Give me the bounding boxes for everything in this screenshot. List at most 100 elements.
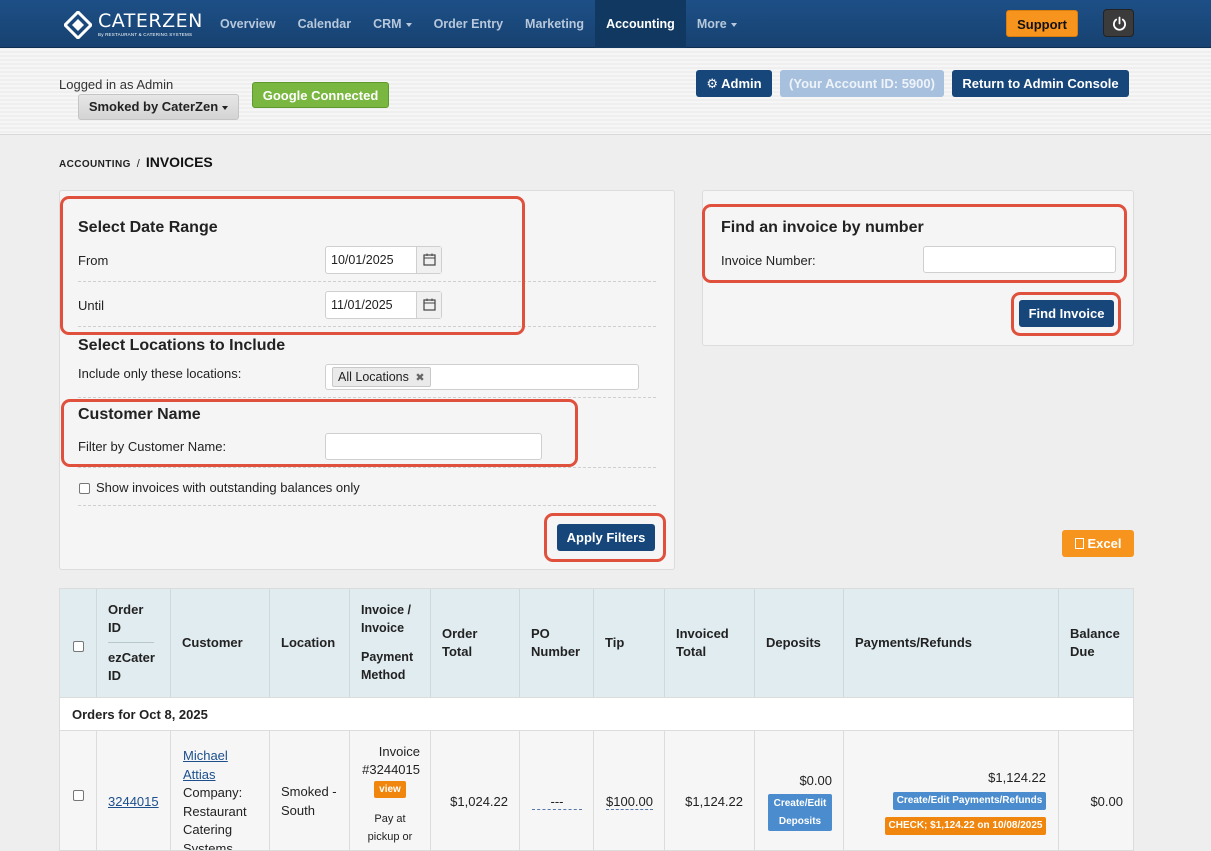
order-id-cell: 3244015 bbox=[97, 731, 171, 850]
header-tip[interactable]: Tip bbox=[594, 589, 665, 697]
gear-icon: ⚙ bbox=[706, 77, 719, 92]
customer-name-input[interactable] bbox=[325, 433, 542, 460]
nav-marketing[interactable]: Marketing bbox=[514, 0, 595, 48]
caterzen-logo[interactable]: CATERZEN By RESTAURANT & CATERING SYSTEM… bbox=[62, 9, 203, 41]
nav-order-entry[interactable]: Order Entry bbox=[423, 0, 514, 48]
google-connected-button[interactable]: Google Connected bbox=[252, 82, 389, 108]
support-button[interactable]: Support bbox=[1006, 10, 1078, 37]
excel-export-button[interactable]: Excel bbox=[1062, 530, 1134, 557]
header-invoice-label: Invoice / Invoice bbox=[361, 603, 412, 635]
caterzen-diamond-icon bbox=[62, 9, 94, 41]
invoice-cell: Invoice #3244015 view Pay at pickup or bbox=[350, 731, 431, 850]
breadcrumb-accounting[interactable]: ACCOUNTING bbox=[59, 159, 131, 170]
outstanding-balance-checkbox[interactable] bbox=[79, 483, 90, 494]
remove-tag-icon[interactable]: ✖ bbox=[415, 372, 424, 384]
invoice-number-input[interactable] bbox=[923, 246, 1116, 273]
location-tag: All Locations ✖ bbox=[332, 367, 431, 387]
tip-value[interactable]: $100.00 bbox=[606, 794, 653, 810]
logo-name: CATERZEN bbox=[98, 10, 203, 33]
account-id-button: (Your Account ID: 5900) bbox=[780, 70, 944, 97]
order-total-cell: $1,024.22 bbox=[431, 731, 520, 850]
locations-heading: Select Locations to Include bbox=[78, 337, 286, 354]
main-nav: Overview Calendar CRM Order Entry Market… bbox=[209, 0, 748, 48]
admin-button[interactable]: ⚙ Admin bbox=[696, 70, 772, 97]
order-id-link[interactable]: 3244015 bbox=[108, 794, 159, 809]
payments-amount: $1,124.22 bbox=[988, 770, 1046, 785]
header-order-id[interactable]: Order ID ezCater ID bbox=[97, 589, 171, 697]
excel-label: Excel bbox=[1087, 536, 1122, 551]
nav-calendar[interactable]: Calendar bbox=[287, 0, 363, 48]
chevron-down-icon bbox=[222, 105, 229, 110]
row-checkbox[interactable] bbox=[73, 790, 84, 801]
balance-due-value: $0.00 bbox=[1090, 794, 1123, 809]
create-edit-deposits-button[interactable]: Create/Edit Deposits bbox=[768, 794, 832, 831]
header-deposits[interactable]: Deposits bbox=[755, 589, 844, 697]
customer-name-label: Filter by Customer Name: bbox=[78, 439, 227, 454]
create-edit-payments-button[interactable]: Create/Edit Payments/Refunds bbox=[893, 792, 1046, 810]
divider bbox=[78, 326, 656, 327]
from-label: From bbox=[78, 253, 109, 268]
group-label: Orders for Oct 8, 2025 bbox=[72, 707, 208, 722]
view-invoice-button[interactable]: view bbox=[374, 781, 406, 798]
tip-cell: $100.00 bbox=[594, 731, 665, 850]
header-payment-method-label: Payment Method bbox=[361, 650, 414, 682]
header-po-number[interactable]: PO Number bbox=[520, 589, 594, 697]
po-number-value[interactable]: --- bbox=[532, 794, 582, 810]
payment-entry-badge[interactable]: CHECK; $1,124.22 on 10/08/2025 bbox=[885, 817, 1046, 835]
return-admin-console-button[interactable]: Return to Admin Console bbox=[952, 70, 1129, 97]
select-all-checkbox[interactable] bbox=[73, 641, 84, 652]
header-location[interactable]: Location bbox=[270, 589, 350, 697]
nav-overview[interactable]: Overview bbox=[209, 0, 287, 48]
header-payments-refunds[interactable]: Payments/Refunds bbox=[844, 589, 1059, 697]
date-range-heading: Select Date Range bbox=[78, 219, 218, 236]
logout-button[interactable] bbox=[1103, 9, 1134, 37]
balance-due-cell: $0.00 bbox=[1059, 731, 1133, 850]
header-select-all bbox=[60, 589, 97, 697]
divider bbox=[78, 281, 656, 282]
top-navbar: CATERZEN By RESTAURANT & CATERING SYSTEM… bbox=[0, 0, 1211, 48]
header-payments-refunds-label: Payments/Refunds bbox=[855, 635, 973, 650]
apply-filters-button[interactable]: Apply Filters bbox=[557, 524, 655, 551]
store-dropdown[interactable]: Smoked by CaterZen bbox=[78, 94, 239, 120]
chevron-down-icon bbox=[405, 22, 412, 27]
header-balance-due[interactable]: Balance Due bbox=[1059, 589, 1133, 697]
calendar-icon[interactable] bbox=[416, 292, 441, 318]
until-date-input[interactable]: 11/01/2025 bbox=[325, 291, 442, 319]
locations-label: Include only these locations: bbox=[78, 366, 242, 381]
header-po-number-label: PO Number bbox=[531, 626, 581, 659]
calendar-icon[interactable] bbox=[416, 247, 441, 273]
header-invoice[interactable]: Invoice / Invoice Payment Method bbox=[350, 589, 431, 697]
header-customer[interactable]: Customer bbox=[171, 589, 270, 697]
outstanding-balance-label: Show invoices with outstanding balances … bbox=[96, 480, 360, 495]
customer-name-heading: Customer Name bbox=[78, 406, 201, 423]
breadcrumb-separator: / bbox=[136, 158, 140, 170]
payments-cell: $1,124.22 Create/Edit Payments/Refunds C… bbox=[844, 731, 1059, 850]
group-row: Orders for Oct 8, 2025 bbox=[60, 697, 1133, 731]
header-order-total[interactable]: Order Total bbox=[431, 589, 520, 697]
customer-name-link[interactable]: Michael Attias bbox=[183, 748, 228, 782]
nav-accounting[interactable]: Accounting bbox=[595, 0, 686, 48]
nav-crm-label: CRM bbox=[373, 17, 402, 31]
from-date-input[interactable]: 10/01/2025 bbox=[325, 246, 442, 274]
header-customer-label: Customer bbox=[182, 635, 243, 650]
deposits-amount: $0.00 bbox=[799, 773, 832, 788]
header-invoiced-total[interactable]: Invoiced Total bbox=[665, 589, 755, 697]
po-number-cell: --- bbox=[520, 731, 594, 850]
invoices-table: Order ID ezCater ID Customer Location In… bbox=[59, 588, 1134, 851]
breadcrumb: ACCOUNTING / INVOICES bbox=[59, 154, 213, 170]
invoiced-total-cell: $1,124.22 bbox=[665, 731, 755, 850]
header-tip-label: Tip bbox=[605, 635, 625, 650]
header-location-label: Location bbox=[281, 635, 336, 650]
order-total-value: $1,024.22 bbox=[450, 794, 508, 809]
location-value: Smoked - South bbox=[281, 784, 337, 818]
divider bbox=[78, 397, 656, 398]
divider bbox=[78, 505, 656, 506]
header-order-total-label: Order Total bbox=[442, 626, 478, 659]
find-invoice-button[interactable]: Find Invoice bbox=[1019, 300, 1114, 327]
invoiced-total-value: $1,124.22 bbox=[685, 794, 743, 809]
divider bbox=[78, 467, 656, 468]
table-row: 3244015 Michael Attias Company: Restaura… bbox=[60, 731, 1133, 850]
row-select-cell bbox=[60, 731, 97, 850]
nav-crm[interactable]: CRM bbox=[362, 0, 422, 48]
nav-more[interactable]: More bbox=[686, 0, 748, 48]
